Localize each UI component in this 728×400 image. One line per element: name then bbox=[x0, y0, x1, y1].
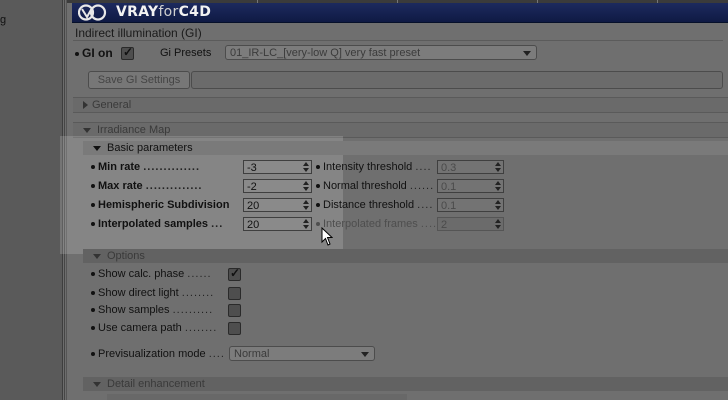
gi-settings-path-field[interactable] bbox=[191, 71, 723, 89]
left-panel-text-fragment: g bbox=[0, 14, 7, 26]
show-direct-light-checkbox[interactable] bbox=[228, 287, 241, 300]
group-general[interactable]: General bbox=[73, 97, 728, 113]
collapse-arrow-icon bbox=[83, 127, 91, 133]
dropdown-arrow-icon bbox=[523, 51, 531, 56]
spinner-icon[interactable] bbox=[303, 181, 309, 191]
gi-presets-value: 01_IR-LC_[very-low Q] very fast preset bbox=[230, 47, 421, 59]
previsualization-mode-dropdown[interactable]: Normal bbox=[229, 346, 375, 361]
title-divider bbox=[73, 40, 723, 41]
gi-presets-dropdown[interactable]: 01_IR-LC_[very-low Q] very fast preset bbox=[225, 45, 537, 60]
vray-gi-panel: VRAYforC4D Indirect illumination (GI) GI… bbox=[60, 0, 728, 400]
interpolated-samples-label: Interpolated samples ... bbox=[91, 218, 223, 230]
group-basic-parameters[interactable]: Basic parameters bbox=[83, 141, 728, 155]
left-panel: g bbox=[0, 0, 63, 400]
show-samples-checkbox[interactable] bbox=[228, 304, 241, 317]
checkmark-icon: ✓ bbox=[123, 45, 134, 59]
hemispheric-subdivision-label: Hemispheric Subdivision bbox=[91, 199, 229, 211]
normal-threshold-label: Normal threshold ...... bbox=[316, 180, 434, 192]
gi-on-checkbox[interactable]: ✓ bbox=[121, 45, 134, 60]
hemispheric-subdivision-input[interactable]: 20 bbox=[243, 198, 312, 212]
group-options[interactable]: Options bbox=[83, 249, 728, 263]
spinner-icon[interactable] bbox=[495, 219, 501, 229]
use-camera-path-label: Use camera path ........ bbox=[91, 322, 217, 334]
distance-threshold-label: Distance threshold .... bbox=[316, 199, 433, 211]
max-rate-input[interactable]: -2 bbox=[243, 179, 312, 193]
show-calc-phase-checkbox[interactable]: ✓ bbox=[228, 266, 241, 281]
interpolated-samples-input[interactable]: 20 bbox=[243, 217, 312, 231]
collapse-arrow-icon bbox=[93, 145, 101, 151]
mouse-cursor-icon bbox=[321, 227, 333, 246]
previsualization-mode-label: Previsualization mode .... bbox=[91, 348, 225, 360]
vray-logo-icon bbox=[78, 4, 107, 21]
show-samples-label: Show samples .......... bbox=[91, 304, 213, 316]
spinner-icon[interactable] bbox=[495, 162, 501, 172]
save-gi-settings-button[interactable]: Save GI Settings bbox=[88, 71, 190, 89]
collapse-arrow-icon bbox=[93, 253, 101, 259]
intensity-threshold-label: Intensity threshold .... bbox=[316, 161, 432, 173]
max-rate-label: Max rate .............. bbox=[91, 180, 203, 192]
show-direct-light-label: Show direct light ........ bbox=[91, 287, 214, 299]
min-rate-input[interactable]: -3 bbox=[243, 160, 312, 174]
show-calc-phase-label: Show calc. phase ...... bbox=[91, 268, 212, 280]
dropdown-arrow-icon bbox=[361, 352, 369, 357]
checkmark-icon: ✓ bbox=[230, 266, 241, 280]
previsualization-mode-value: Normal bbox=[234, 348, 270, 360]
spinner-icon[interactable] bbox=[495, 200, 501, 210]
normal-threshold-input[interactable]: 0.1 bbox=[437, 179, 504, 193]
collapse-arrow-icon bbox=[93, 381, 101, 387]
distance-threshold-input[interactable]: 0.1 bbox=[437, 198, 504, 212]
group-detail-enhancement[interactable]: Detail enhancement bbox=[83, 377, 728, 391]
interpolated-frames-input[interactable]: 2 bbox=[437, 217, 504, 231]
intensity-threshold-input[interactable]: 0.3 bbox=[437, 160, 504, 174]
min-rate-label: Min rate .............. bbox=[91, 161, 200, 173]
spinner-icon[interactable] bbox=[495, 181, 501, 191]
vray-wordmark: VRAYforC4D bbox=[116, 4, 212, 20]
expand-arrow-icon bbox=[83, 101, 88, 110]
spinner-icon[interactable] bbox=[303, 200, 309, 210]
detail-enhancement-row-partial bbox=[107, 394, 407, 400]
param-dot-icon bbox=[75, 51, 79, 56]
vray-banner: VRAYforC4D bbox=[72, 3, 728, 23]
gi-on-label: GI on bbox=[82, 46, 113, 60]
section-title: Indirect illumination (GI) bbox=[75, 26, 202, 40]
use-camera-path-checkbox[interactable] bbox=[228, 322, 241, 335]
gi-presets-label: Gi Presets bbox=[160, 47, 212, 59]
spinner-icon[interactable] bbox=[303, 219, 309, 229]
spinner-icon[interactable] bbox=[303, 162, 309, 172]
gi-on-row: GI on bbox=[75, 46, 113, 60]
interpolated-frames-label: Interpolated frames .... bbox=[316, 218, 437, 230]
